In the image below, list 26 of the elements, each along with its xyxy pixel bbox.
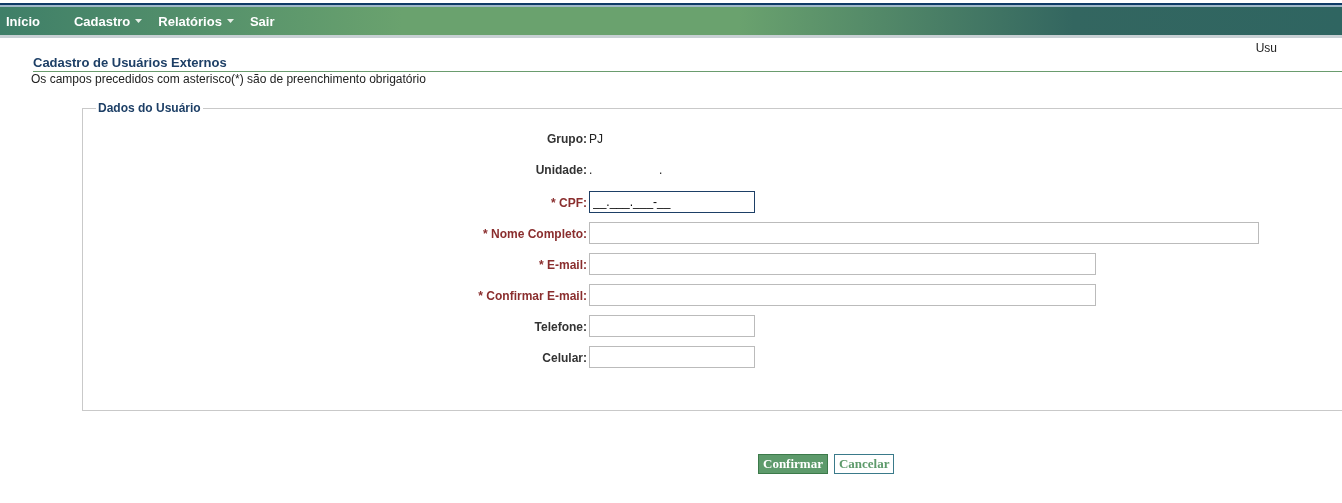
field-label: Grupo:: [546, 131, 588, 148]
field-value: PJ: [589, 131, 604, 148]
confirm-button[interactable]: Confirmar: [758, 454, 828, 474]
page-title: Cadastro de Usuários Externos: [33, 55, 1342, 72]
panel-legend: Dados do Usuário: [96, 101, 203, 115]
field-label: Celular:: [541, 350, 588, 367]
input-field[interactable]: [589, 315, 755, 337]
field-label: * CPF:: [550, 195, 588, 212]
cancel-button[interactable]: Cancelar: [833, 454, 895, 474]
menu-item[interactable]: Cadastro: [73, 13, 143, 29]
field-label: * E-mail:: [538, 257, 588, 274]
user-label: Usu: [1255, 41, 1277, 55]
input-field[interactable]: __.___.___-__: [589, 191, 755, 213]
input-field[interactable]: [589, 253, 1096, 275]
field-label: * Nome Completo:: [482, 226, 588, 243]
field-label: Telefone:: [533, 319, 588, 336]
input-field[interactable]: [589, 222, 1259, 244]
field-value: . .: [589, 162, 664, 179]
field-label: * Confirmar E-mail:: [477, 288, 588, 305]
menu-item[interactable]: Início: [6, 13, 40, 29]
required-note: Os campos precedidos com asterisco(*) são de preenchimento obrigatório: [31, 72, 427, 86]
input-field[interactable]: [589, 284, 1096, 306]
menu-item[interactable]: Sair: [249, 13, 275, 29]
field-label: Unidade:: [534, 162, 588, 179]
input-field[interactable]: [589, 346, 755, 368]
menu-item[interactable]: Relatórios: [158, 13, 234, 29]
